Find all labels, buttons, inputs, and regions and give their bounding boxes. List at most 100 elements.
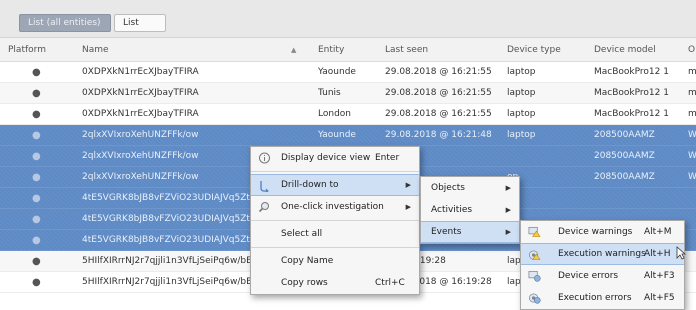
menu-item-label: Drill-down to: [281, 180, 339, 190]
device-type-cell: laptop: [507, 130, 536, 140]
toolbar: List (all entities) List: [0, 0, 696, 38]
column-header-device-model[interactable]: Device model: [594, 38, 656, 62]
table-row[interactable]: ● 0XDPXkN1rrEcXJbayTFIRA London 29.08.2018 …: [0, 104, 696, 125]
name-cell: 0XDPXkN1rrEcXJbayTFIRA: [82, 109, 199, 119]
menu-item-one-click-investigation[interactable]: One-click investigation ▶: [251, 196, 419, 218]
menu-divider: [251, 247, 419, 248]
magnifier-icon: [258, 202, 269, 213]
menu-item-activities[interactable]: Activities ▶: [421, 199, 519, 221]
apple-icon: ●: [32, 235, 41, 246]
menu-item-label: Device errors: [558, 271, 619, 281]
sort-ascending-icon[interactable]: ▲: [291, 38, 296, 62]
menu-item-shortcut: Alt+F3: [644, 271, 675, 281]
table-row[interactable]: ● 2qlxXVIxroXehUNZFFk/ow Yaounde 29.08.2018…: [0, 125, 696, 146]
menu-item-label: Objects: [431, 183, 466, 193]
submenu-arrow-icon: ▶: [405, 203, 411, 211]
device-model-cell: MacBookPro12 1: [594, 67, 669, 77]
device-model-cell: MacBookPro12 1: [594, 109, 669, 119]
mouse-cursor-icon: [676, 246, 686, 260]
apple-icon: ●: [32, 172, 41, 183]
menu-item-execution-warnings[interactable]: Execution warnings Alt+H: [521, 243, 684, 265]
drill-down-icon: [260, 181, 269, 192]
menu-item-label: Display device view: [281, 153, 371, 163]
device-type-cell: laptop: [507, 109, 536, 119]
apple-icon: ●: [32, 277, 41, 288]
extra-cell: W: [688, 172, 696, 182]
menu-item-label: Copy Name: [281, 256, 334, 266]
device-warnings-icon: [528, 226, 541, 237]
device-type-cell: laptop: [507, 67, 536, 77]
apple-icon: ●: [32, 67, 41, 78]
apple-icon: ●: [32, 214, 41, 225]
execution-errors-icon: [529, 293, 541, 304]
device-model-cell: MacBookPro12 1: [594, 88, 669, 98]
name-cell: 2qlxXVIxroXehUNZFFk/ow: [82, 130, 199, 140]
column-header-o[interactable]: O: [688, 38, 695, 62]
menu-item-shortcut: Enter: [375, 153, 400, 163]
execution-warnings-icon: [529, 250, 541, 260]
column-header-device-type[interactable]: Device type: [507, 38, 561, 62]
apple-icon: ●: [32, 256, 41, 267]
menu-item-events[interactable]: Events ▶: [421, 221, 519, 243]
menu-item-execution-errors[interactable]: Execution errors Alt+F5: [521, 287, 684, 309]
column-header-platform[interactable]: Platform: [8, 38, 46, 62]
column-header-entity[interactable]: Entity: [318, 38, 344, 62]
apple-icon: ●: [32, 151, 41, 162]
device-model-cell: 208500AAMZ: [594, 172, 655, 182]
last-seen-cell: 29.08.2018 @ 16:21:55: [385, 109, 492, 119]
extra-cell: m: [688, 67, 696, 77]
menu-item-device-errors[interactable]: Device errors Alt+F3: [521, 265, 684, 287]
last-seen-cell: 29.08.2018 @ 16:21:55: [385, 67, 492, 77]
apple-icon: ●: [32, 193, 41, 204]
submenu-arrow-icon: ▶: [505, 184, 511, 192]
menu-item-copy-rows[interactable]: Copy rows Ctrl+C: [251, 272, 419, 294]
entity-cell: Yaounde: [318, 67, 356, 77]
last-seen-cell: 29.08.2018 @ 16:21:55: [385, 88, 492, 98]
menu-item-objects[interactable]: Objects ▶: [421, 177, 519, 199]
menu-item-label: Device warnings: [558, 227, 633, 237]
extra-cell: m: [688, 88, 696, 98]
last-seen-cell: 29.08.2018 @ 16:21:48: [385, 130, 492, 140]
extra-cell: m: [688, 109, 696, 119]
menu-item-drill-down-to[interactable]: Drill-down to ▶: [251, 174, 419, 196]
table-row[interactable]: ● 0XDPXkN1rrEcXJbayTFIRA Yaounde 29.08.2018…: [0, 62, 696, 83]
device-model-cell: 208500AAMZ: [594, 151, 655, 161]
menu-divider: [251, 220, 419, 221]
column-header-name[interactable]: Name: [82, 38, 109, 62]
menu-item-shortcut: Alt+M: [644, 227, 672, 237]
menu-item-label: Execution warnings: [558, 249, 646, 259]
submenu-arrow-icon: ▶: [405, 181, 411, 189]
menu-item-copy-name[interactable]: Copy Name: [251, 250, 419, 272]
menu-item-label: One-click investigation: [281, 202, 384, 212]
column-header-last-seen[interactable]: Last seen: [385, 38, 428, 62]
menu-item-select-all[interactable]: Select all: [251, 223, 419, 245]
menu-item-label: Events: [431, 227, 462, 237]
device-errors-icon: [528, 270, 541, 282]
menu-item-shortcut: Ctrl+C: [375, 278, 405, 288]
apple-icon: ●: [32, 109, 41, 120]
device-type-cell: laptop: [507, 88, 536, 98]
extra-cell: W: [688, 130, 696, 140]
menu-item-label: Select all: [281, 229, 323, 239]
tab-list[interactable]: List: [114, 14, 166, 32]
drill-down-submenu: Objects ▶ Activities ▶ Events ▶: [420, 176, 520, 244]
menu-item-device-warnings[interactable]: Device warnings Alt+M: [521, 221, 684, 243]
entity-cell: London: [318, 109, 351, 119]
menu-item-shortcut: Alt+F5: [644, 293, 675, 303]
entity-cell: Yaounde: [318, 130, 356, 140]
menu-divider: [251, 171, 419, 172]
device-model-cell: 208500AAMZ: [594, 130, 655, 140]
table-row[interactable]: ● 0XDPXkN1rrEcXJbayTFIRA Tunis 29.08.2018 @…: [0, 83, 696, 104]
menu-item-label: Activities: [431, 205, 473, 215]
tab-list-all-entities[interactable]: List (all entities): [19, 14, 111, 32]
apple-icon: ●: [32, 130, 41, 141]
apple-icon: ●: [32, 88, 41, 99]
submenu-arrow-icon: ▶: [505, 228, 511, 236]
submenu-arrow-icon: ▶: [505, 206, 511, 214]
extra-cell: W: [688, 151, 696, 161]
menu-item-label: Execution errors: [558, 293, 632, 303]
menu-item-display-device-view[interactable]: Display device view Enter: [251, 147, 419, 169]
info-icon: [259, 152, 270, 164]
name-cell: 0XDPXkN1rrEcXJbayTFIRA: [82, 67, 199, 77]
events-submenu: Device warnings Alt+M Execution warnings…: [520, 220, 685, 310]
